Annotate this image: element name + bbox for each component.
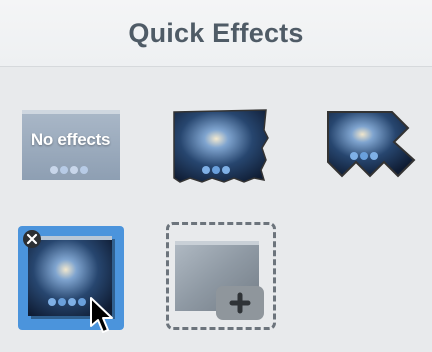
effect-tile-zigzag[interactable] [318, 100, 428, 210]
thumbnail-torn-edge-icon [173, 109, 269, 183]
no-effects-label: No effects [30, 130, 111, 149]
effect-tile-no-effects[interactable] [16, 100, 126, 210]
panel-title: Quick Effects [128, 18, 304, 48]
quick-effects-panel: Quick Effects No effects [0, 0, 432, 352]
mouse-pointer-icon [90, 297, 113, 333]
add-badge[interactable] [216, 286, 264, 320]
effect-tile-torn-edge[interactable] [166, 100, 276, 210]
thumbnail-zigzag-edge-icon [327, 111, 416, 178]
remove-effect-icon[interactable] [22, 229, 42, 249]
plus-icon [229, 292, 251, 314]
